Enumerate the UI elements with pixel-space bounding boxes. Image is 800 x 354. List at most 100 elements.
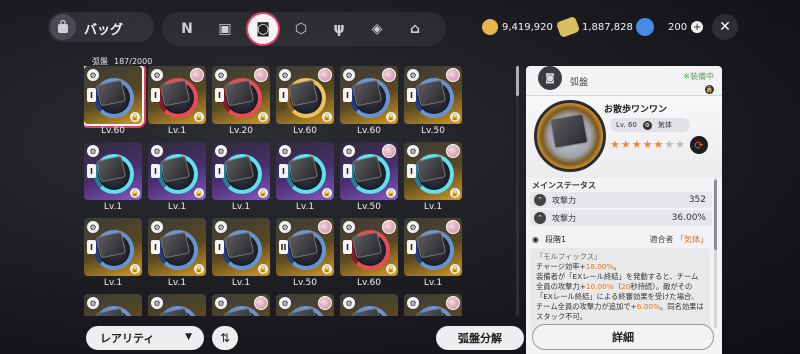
disc-card[interactable]: ⚙I🔒 xyxy=(84,294,142,316)
bag-icon xyxy=(50,14,76,40)
disc-card-art: ⚙I🔒 xyxy=(212,294,270,316)
avatar xyxy=(382,144,396,158)
disc-card[interactable]: ⚙I🔒 xyxy=(148,294,206,316)
utensils-icon: ψ xyxy=(333,21,345,37)
disc-card[interactable]: ⚙ II 🔒 Lv.50 xyxy=(276,218,334,292)
rank-badge: I xyxy=(151,240,160,254)
equipped-badge: ※装備中 xyxy=(683,72,714,81)
effect-text: （ xyxy=(613,282,622,291)
disc-card[interactable]: ⚙ I 🔒 Lv.1 xyxy=(148,142,206,216)
detail-button[interactable]: 詳細 xyxy=(532,324,714,350)
disc-card-art: ⚙I🔒 xyxy=(340,66,398,124)
gear-icon: ⚙ xyxy=(215,145,227,157)
disc-level: Lv.1 xyxy=(167,126,187,136)
page-title: バッグ xyxy=(84,23,124,38)
top-bar: バッグ N ▣ ◙ ⬡ ψ ◈ ⌂ 9,419,920 1,887,828 200 + ✕ xyxy=(0,0,800,54)
effect-text: 。 xyxy=(613,262,621,271)
detail-header: ◙ 弧盤 ※装備中 🔒 xyxy=(526,66,722,96)
disc-level: Lv.1 xyxy=(423,278,443,288)
disc-card[interactable]: ⚙ I 🔒 Lv.60 xyxy=(276,66,334,140)
inventory-grid: ⚙ I 🔒 Lv.60 ⚙ I 🔒 Lv.1 ⚙ I 🔒 Lv.20 ⚙ I 🔒 Lv.60 ⚙ I 🔒 Lv.60 ⚙… xyxy=(84,66,469,316)
disc-card[interactable]: ⚙ I 🔒 Lv.60 xyxy=(340,66,398,140)
close-button[interactable]: ✕ xyxy=(712,14,738,40)
lock-icon: 🔒 xyxy=(450,264,460,274)
disc-card[interactable]: ⚙I🔒 xyxy=(276,294,334,316)
detail-scrollbar-thumb[interactable] xyxy=(714,180,717,250)
gear-icon: ⚙ xyxy=(87,145,99,157)
lock-icon: 🔒 xyxy=(130,112,140,122)
disc-card[interactable]: ⚙ I 🔒 Lv.50 xyxy=(404,66,462,140)
gear-icon: ⚙ xyxy=(407,69,419,81)
ticket-icon xyxy=(555,16,581,38)
disc-card[interactable]: ⚙ I 🔒 Lv.1 xyxy=(276,142,334,216)
inventory-category-label: 弧盤 xyxy=(92,57,108,66)
disc-card-art: ⚙I🔒 xyxy=(276,142,334,200)
tab-n-mark[interactable]: N xyxy=(172,14,202,44)
sort-order-button[interactable]: ⇅ xyxy=(212,326,238,350)
disc-card[interactable]: ⚙ I 🔒 Lv.20 xyxy=(212,66,270,140)
upgrade-badge-icon[interactable]: ⟳ xyxy=(690,136,708,154)
gear-icon: ⚙ xyxy=(407,145,419,157)
tab-cube[interactable]: ⬡ xyxy=(286,14,316,44)
eye-icon[interactable]: ◉ xyxy=(532,235,539,244)
disc-card[interactable]: ⚙ I 🔒 Lv.50 xyxy=(340,142,398,216)
disc-level: Lv.60 xyxy=(357,278,381,288)
disc-level: Lv.1 xyxy=(167,202,187,212)
tab-utensils[interactable]: ψ xyxy=(324,14,354,44)
tab-device[interactable]: ▣ xyxy=(210,14,240,44)
tab-home[interactable]: ⌂ xyxy=(400,14,430,44)
disc-card[interactable]: ⚙ I 🔒 Lv.1 xyxy=(84,142,142,216)
gear-icon: ⚙ xyxy=(279,145,291,157)
main-stats-title: メインステータス xyxy=(532,181,596,190)
disc-card[interactable]: ⚙I🔒 xyxy=(404,294,462,316)
disc-card[interactable]: ⚙ I 🔒 Lv.1 xyxy=(212,218,270,292)
disc-level: Lv.1 xyxy=(103,278,123,288)
avatar xyxy=(254,296,268,310)
lock-toggle-icon[interactable]: 🔒 xyxy=(705,85,714,94)
add-crystal-button[interactable]: + xyxy=(691,21,704,33)
gear-icon: ⚙ xyxy=(343,297,355,309)
lock-icon: 🔒 xyxy=(258,112,268,122)
effect-value: 18.00% xyxy=(585,262,614,271)
disc-card[interactable]: ⚙ I 🔒 Lv.1 xyxy=(212,142,270,216)
category-tabs: N ▣ ◙ ⬡ ψ ◈ ⌂ xyxy=(162,12,446,46)
disc-card[interactable]: ⚙ I 🔒 Lv.1 xyxy=(148,218,206,292)
disc-card[interactable]: ⚙ I 🔒 Lv.60 xyxy=(84,66,142,140)
disc-level: Lv.60 xyxy=(293,126,317,136)
stars-empty: ★★ xyxy=(664,138,687,151)
rank-badge: I xyxy=(215,164,224,178)
disc-level: Lv.20 xyxy=(229,126,253,136)
disc-card[interactable]: ⚙I🔒 xyxy=(212,294,270,316)
grid-scrollbar-thumb[interactable] xyxy=(516,66,519,96)
lock-icon: 🔒 xyxy=(194,112,204,122)
tab-gift-box[interactable]: ◈ xyxy=(362,14,392,44)
disc-card-art: ⚙I🔒 xyxy=(84,142,142,200)
disc-card-art: ⚙I🔒 xyxy=(148,294,206,316)
disc-card[interactable]: ⚙ I 🔒 Lv.1 xyxy=(148,66,206,140)
lock-icon: 🔒 xyxy=(386,112,396,122)
item-level-box: Lv. 60 ⚙ 気体 xyxy=(610,118,690,132)
avatar xyxy=(318,220,332,234)
rank-badge: I xyxy=(407,240,416,254)
gear-icon: ⚙ xyxy=(343,69,355,81)
disc-level: Lv.50 xyxy=(293,278,317,288)
dismantle-button[interactable]: 弧盤分解 xyxy=(436,326,524,350)
disc-card[interactable]: ⚙ I 🔒 Lv.60 xyxy=(340,218,398,292)
lock-icon: 🔒 xyxy=(194,188,204,198)
detail-panel: ◙ 弧盤 ※装備中 🔒 お散歩ワンワン Lv. 60 ⚙ 気体 ★★★★★★★ … xyxy=(526,66,722,354)
disc-card[interactable]: ⚙ I 🔒 Lv.1 xyxy=(84,218,142,292)
cube-icon: ⬡ xyxy=(294,21,308,37)
disc-card-art: ⚙I🔒 xyxy=(148,142,206,200)
tab-disc[interactable]: ◙ xyxy=(248,14,278,44)
disc-category-icon: ◙ xyxy=(538,66,562,90)
grid-scrollbar[interactable] xyxy=(516,66,519,316)
stat-row: ⌃ 攻撃力 36.00% xyxy=(530,210,712,226)
disc-card[interactable]: ⚙ I 🔒 Lv.1 xyxy=(404,142,462,216)
disc-card[interactable]: ⚙I🔒 xyxy=(340,294,398,316)
lock-icon: 🔒 xyxy=(450,112,460,122)
currency-coin-value: 9,419,920 xyxy=(502,21,553,33)
rarity-sort-select[interactable]: レアリティ ▼ xyxy=(86,326,204,350)
gear-icon: ⚙ xyxy=(407,221,419,233)
disc-card[interactable]: ⚙ I 🔒 Lv.1 xyxy=(404,218,462,292)
item-element: 気体 xyxy=(657,121,672,129)
